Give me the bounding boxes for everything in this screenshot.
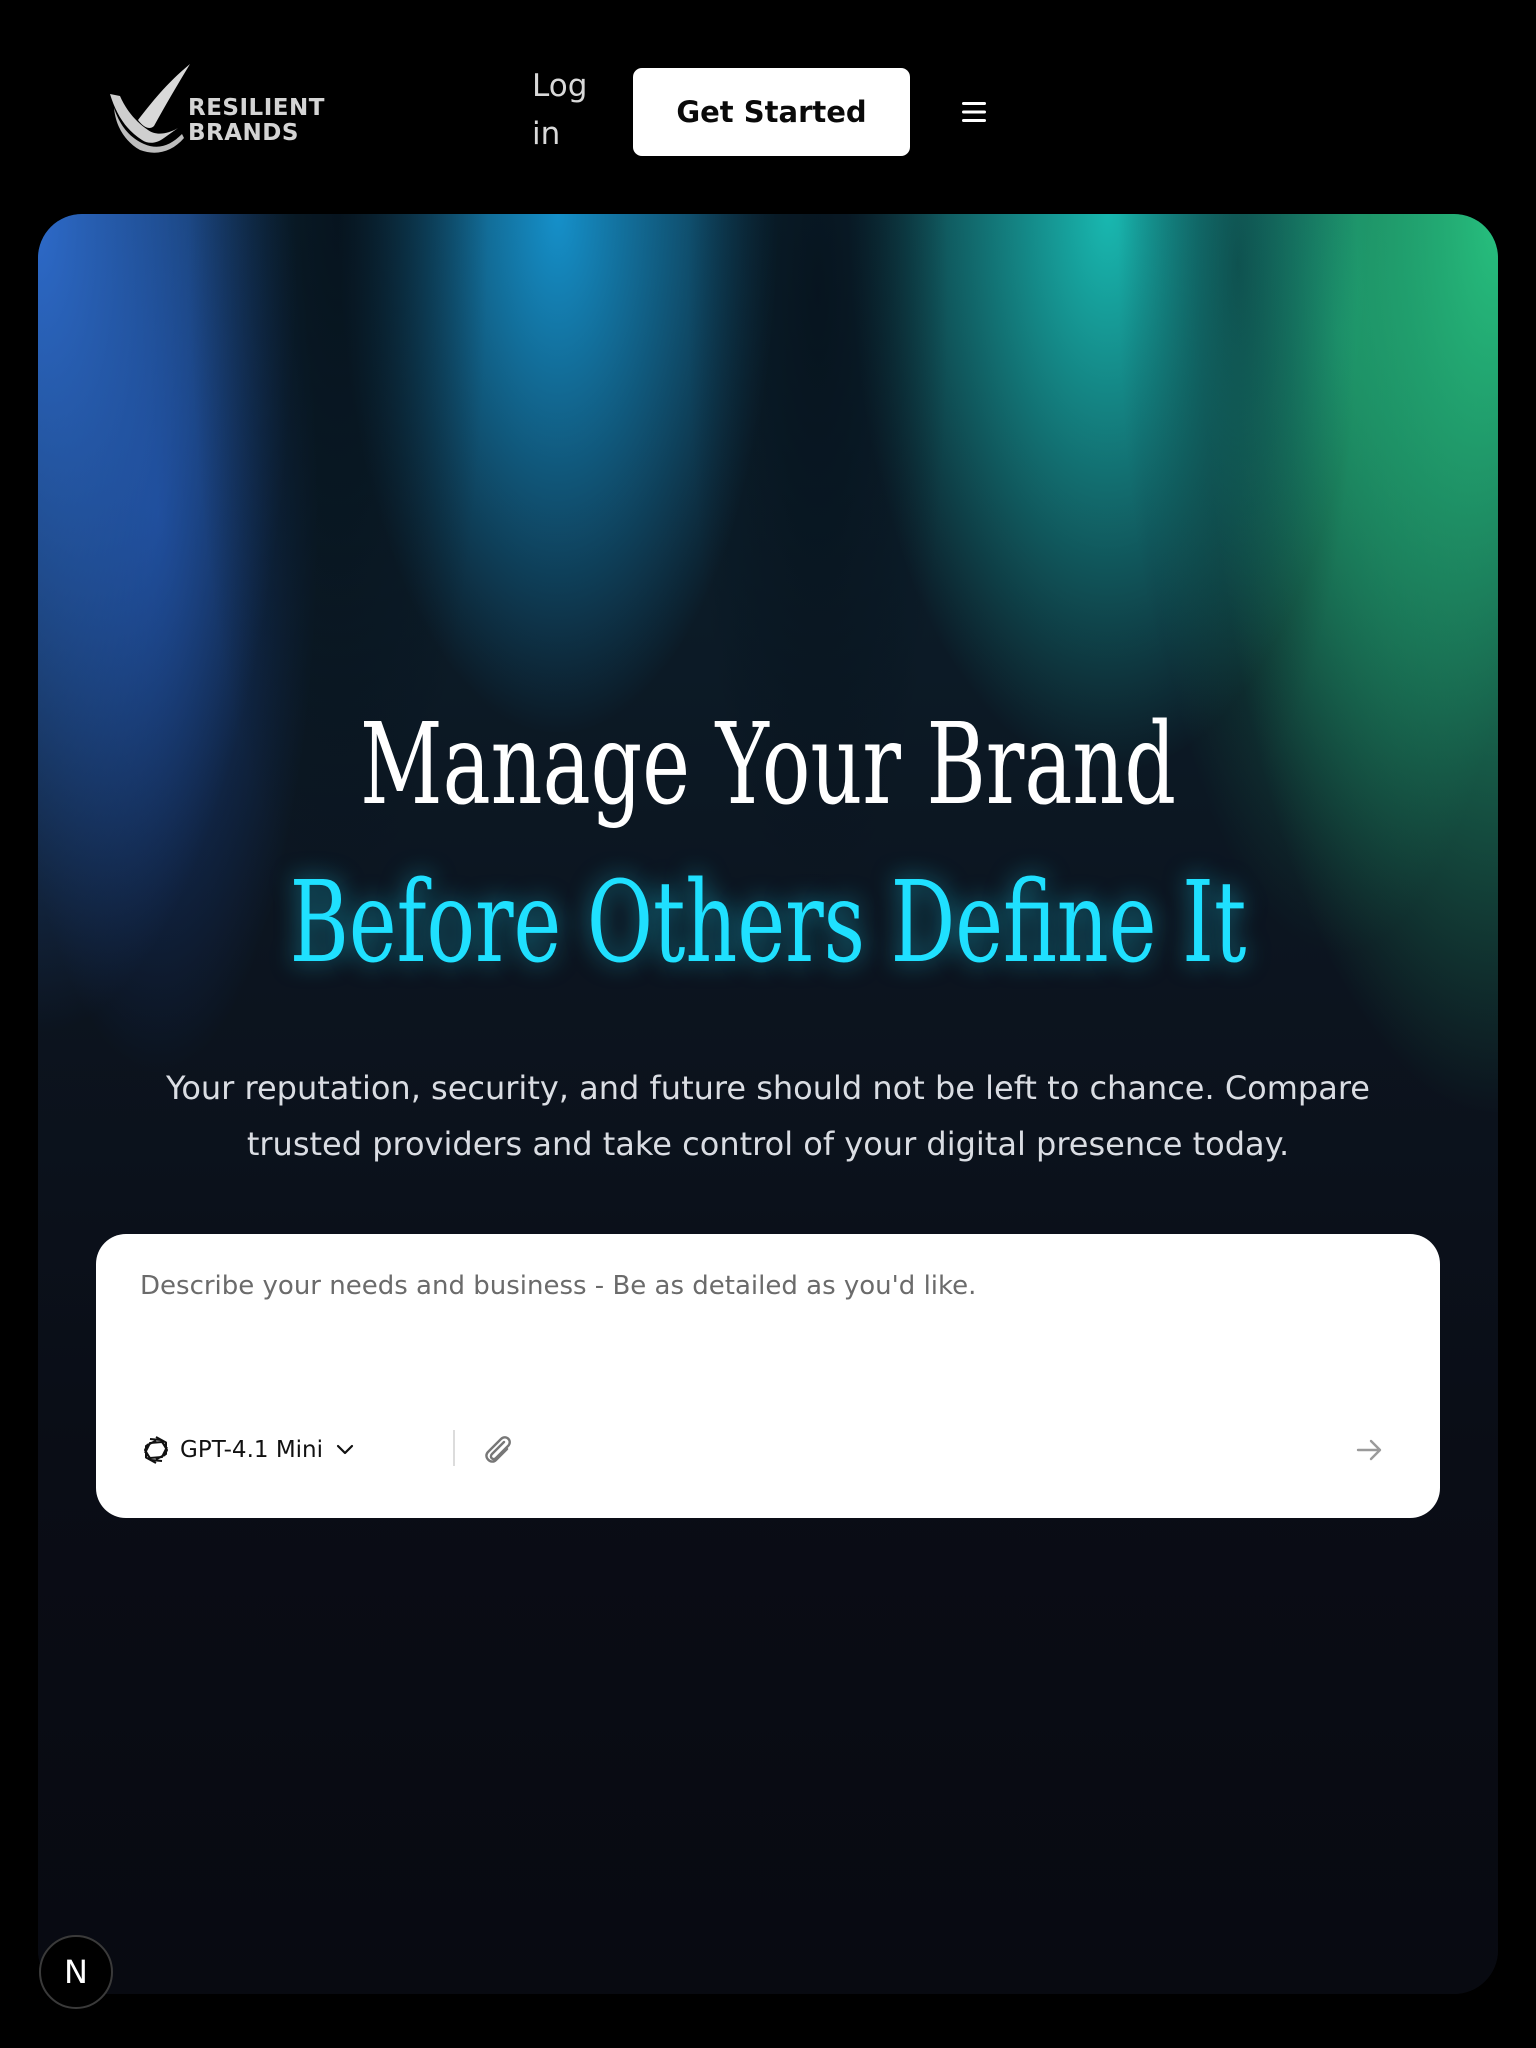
toolbar-divider [453,1430,455,1466]
hero-headline-line2: Before Others Define It [289,858,1247,988]
login-link[interactable]: Log in [532,62,612,158]
get-started-button[interactable]: Get Started [633,68,910,156]
checkmark-logo-icon [110,64,190,153]
menu-button[interactable] [948,92,1000,132]
send-button[interactable] [1346,1428,1392,1472]
site-header: RESILIENT BRANDS Log in Get Started [0,0,1536,214]
prompt-input[interactable] [140,1268,1390,1388]
brand-wordmark: RESILIENT BRANDS [188,96,325,146]
model-label: GPT-4.1 Mini [180,1437,324,1463]
prompt-box: GPT-4.1 Mini [96,1234,1440,1518]
brand-logo[interactable]: RESILIENT BRANDS [108,64,338,154]
model-selector[interactable]: GPT-4.1 Mini [140,1432,359,1468]
openai-logo-icon [144,1436,168,1464]
paperclip-icon [485,1436,511,1463]
brand-wordmark-line2: BRANDS [188,120,299,146]
hero-section: Manage Your Brand Before Others Define I… [38,214,1498,1994]
arrow-right-icon [1356,1439,1382,1461]
hero-headline: Manage Your Brand Before Others Define I… [242,686,1293,1002]
n-badge-button[interactable]: N [39,1935,113,2009]
hero-headline-line1: Manage Your Brand [360,700,1176,830]
chevron-down-icon [336,1444,354,1455]
hero-subtext: Your reputation, security, and future sh… [166,1069,1370,1163]
brand-wordmark-line1: RESILIENT [188,95,325,121]
attach-file-button[interactable] [476,1428,520,1472]
hamburger-menu-icon [962,102,986,122]
